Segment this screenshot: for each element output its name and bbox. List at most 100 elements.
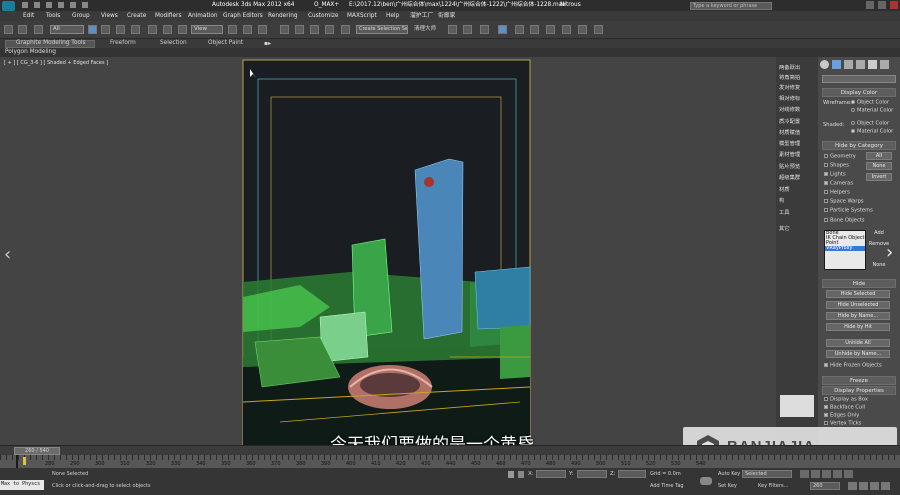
hide-by-category-rollout[interactable]: Hide by Category — [822, 141, 896, 150]
render-setup-icon[interactable] — [530, 25, 539, 34]
maxscript-listener[interactable]: Max to Physcs — [0, 480, 44, 490]
plugin-btn-3[interactable]: 相对修标 — [779, 96, 800, 102]
prev-frame-icon[interactable] — [811, 470, 820, 478]
percent-snap-icon[interactable] — [295, 25, 304, 34]
set-key-label[interactable]: Set Key — [718, 484, 737, 489]
zoom-icon[interactable] — [848, 482, 857, 490]
modify-tab-icon[interactable] — [832, 60, 841, 69]
time-slider-thumb[interactable]: 260 / 540 — [14, 447, 60, 455]
hide-selected-button[interactable]: Hide Selected — [826, 290, 890, 298]
motion-tab-icon[interactable] — [856, 60, 865, 69]
close-icon[interactable] — [890, 1, 898, 9]
menu-plugin1[interactable]: 溜护工厂 — [410, 13, 433, 20]
maximize-icon[interactable] — [878, 1, 886, 9]
cat-shapes[interactable]: Shapes — [824, 163, 849, 169]
cat-cameras[interactable]: Cameras — [824, 181, 853, 187]
shaded-object-color[interactable]: Object Color — [851, 121, 889, 127]
menu-group[interactable]: Group — [72, 13, 90, 20]
menu-modifiers[interactable]: Modifiers — [155, 13, 181, 20]
plugin-btn-2[interactable]: 发对修复 — [779, 85, 800, 91]
orbit-icon[interactable] — [881, 482, 890, 490]
rendered-frame-icon[interactable] — [546, 25, 555, 34]
cat-invert-button[interactable]: Invert — [866, 173, 892, 181]
rect-region-icon[interactable] — [116, 25, 125, 34]
plugin-btn-10[interactable]: 超级集群 — [779, 175, 800, 181]
scale-icon[interactable] — [178, 25, 187, 34]
plugin-btn-12[interactable]: 构 — [779, 198, 784, 204]
goto-start-icon[interactable] — [800, 470, 809, 478]
render-production-icon[interactable] — [562, 25, 571, 34]
menu-views[interactable]: Views — [101, 13, 118, 20]
menu-rendering[interactable]: Rendering — [268, 13, 298, 20]
menu-customize[interactable]: Customize — [308, 13, 338, 20]
cat-lights[interactable]: Lights — [824, 172, 846, 178]
list-none-button[interactable]: None — [868, 262, 890, 270]
prop-edges-only[interactable]: Edges Only — [824, 413, 859, 419]
move-icon[interactable] — [148, 25, 157, 34]
cleanup-plugin-label[interactable]: 清理大师 — [414, 26, 436, 33]
wire-material-color[interactable]: Material Color — [851, 108, 893, 114]
list-add-button[interactable]: Add — [868, 230, 890, 238]
object-name-field[interactable] — [822, 75, 896, 83]
link-icon[interactable] — [34, 25, 43, 34]
align-icon[interactable] — [341, 25, 350, 34]
redo-icon[interactable] — [18, 25, 27, 34]
zoom-all-icon[interactable] — [859, 482, 868, 490]
menu-graph-editors[interactable]: Graph Editors — [223, 13, 263, 20]
edit-named-sets-icon[interactable] — [325, 25, 334, 34]
auto-key-label[interactable]: Auto Key — [718, 472, 740, 477]
angle-snap-icon[interactable] — [280, 25, 289, 34]
shaded-material-color[interactable]: Material Color — [851, 129, 893, 135]
hide-by-hit-button[interactable]: Hide by Hit — [826, 323, 890, 331]
ref-coord-dropdown[interactable]: View — [191, 25, 223, 34]
auto-key-dropdown[interactable]: Selected — [742, 470, 792, 478]
prop-vertex-ticks[interactable]: Vertex Ticks — [824, 421, 861, 427]
hierarchy-tab-icon[interactable] — [844, 60, 853, 69]
search-input[interactable]: Type a keyword or phrase — [690, 2, 772, 10]
y-coord-field[interactable] — [577, 470, 607, 478]
hide-rollout[interactable]: Hide — [822, 279, 896, 288]
prop-backface-cull[interactable]: Backface Cull — [824, 405, 865, 411]
menu-edit[interactable]: Edit — [23, 13, 34, 20]
render-iterative-icon[interactable] — [578, 25, 587, 34]
plugin-btn-11[interactable]: 材质 — [779, 187, 790, 193]
select-by-name-icon[interactable] — [101, 25, 110, 34]
cat-helpers[interactable]: Helpers — [824, 190, 850, 196]
pivot-icon[interactable] — [228, 25, 237, 34]
plugin-btn-4[interactable]: 对线修数 — [779, 107, 800, 113]
plugin-btn-9[interactable]: 贴片预览 — [779, 164, 800, 170]
cat-space-warps[interactable]: Space Warps — [824, 199, 864, 205]
time-slider[interactable]: 260 / 540 — [0, 445, 900, 455]
absolute-mode-icon[interactable] — [518, 471, 524, 478]
plugin-btn-13[interactable]: 工具 — [779, 210, 790, 216]
mirror-icon[interactable] — [243, 25, 252, 34]
hide-by-name-button[interactable]: Hide by Name... — [826, 312, 890, 320]
unhide-all-button[interactable]: Unhide All — [826, 339, 890, 347]
lock-icon[interactable] — [508, 471, 514, 478]
cat-geometry[interactable]: Geometry — [824, 154, 856, 160]
plugin-btn-8[interactable]: 素材管理 — [779, 152, 800, 158]
menu-create[interactable]: Create — [127, 13, 146, 20]
freeze-rollout[interactable]: Freeze — [822, 376, 896, 385]
menu-tools[interactable]: Tools — [46, 13, 60, 20]
plugin-btn-14[interactable]: 其它 — [779, 226, 790, 232]
tab-freeform[interactable]: Freeform — [110, 40, 136, 47]
select-object-icon[interactable] — [88, 25, 97, 34]
x-coord-field[interactable] — [536, 470, 566, 478]
schematic-view-icon[interactable] — [498, 25, 507, 34]
key-icon[interactable] — [700, 477, 712, 485]
app-logo-icon[interactable] — [2, 1, 15, 11]
tab-graphite-modeling-tools[interactable]: Graphite Modeling Tools — [16, 40, 86, 47]
plugin-btn-7[interactable]: 模型管理 — [779, 141, 800, 147]
tab-object-paint[interactable]: Object Paint — [208, 40, 243, 47]
cat-particle-systems[interactable]: Particle Systems — [824, 208, 873, 214]
spinner-snap-icon[interactable] — [310, 25, 319, 34]
utilities-tab-icon[interactable] — [880, 60, 889, 69]
add-time-tag[interactable]: Add Time Tag — [650, 484, 684, 489]
ribbon-options-icon[interactable]: ▪▸ — [264, 41, 271, 47]
undo-icon[interactable] — [4, 25, 13, 34]
window-controls[interactable] — [842, 1, 898, 10]
menu-maxscript[interactable]: MAXScript — [347, 13, 377, 20]
key-filters-button[interactable]: Key Filters... — [758, 484, 788, 489]
window-crossing-icon[interactable] — [131, 25, 140, 34]
